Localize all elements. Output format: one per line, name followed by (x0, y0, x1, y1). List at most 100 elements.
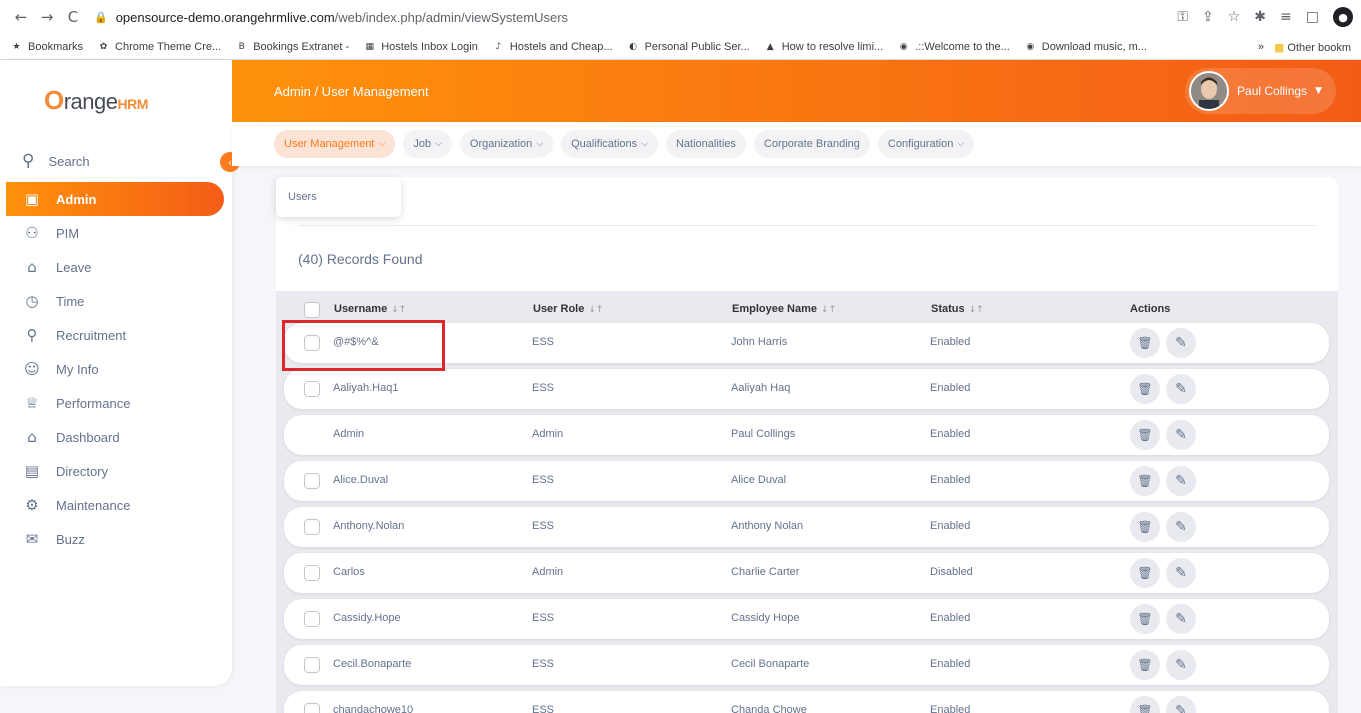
bookmark-item[interactable]: B Bookings Extranet - (235, 41, 350, 54)
side-panel-icon[interactable]: □ (1306, 9, 1319, 25)
row-checkbox[interactable] (304, 657, 320, 673)
edit-button[interactable]: ✎ (1166, 512, 1196, 542)
sidebar-item-dashboard[interactable]: ⌂ Dashboard (0, 420, 224, 454)
tab-job[interactable]: Job ⌵ (403, 130, 452, 158)
tab-user-management[interactable]: User Management ⌵ (274, 130, 396, 158)
delete-button[interactable]: 🗑 (1130, 604, 1160, 634)
bookmark-item[interactable]: ♪ Hostels and Cheap... (492, 41, 613, 54)
tab-nationalities[interactable]: Nationalities (665, 130, 746, 158)
pencil-icon: ✎ (1175, 519, 1187, 535)
table-row: chandachowe10 ESS Chanda Chowe Enabled 🗑 ✎ (284, 691, 1329, 713)
brand-logo[interactable]: OrangeHRM (0, 60, 232, 140)
bookmark-item[interactable]: ▦ Hostels Inbox Login (363, 41, 477, 54)
menu-icon: ♕ (25, 394, 39, 412)
bookmark-item[interactable]: ★ Bookmarks (10, 41, 83, 54)
address-bar[interactable]: 🔒 opensource-demo.orangehrmlive.com/web/… (94, 10, 568, 25)
row-checkbox[interactable] (304, 565, 320, 581)
edit-button[interactable]: ✎ (1166, 328, 1196, 358)
delete-button[interactable]: 🗑 (1130, 558, 1160, 588)
tab-organization[interactable]: Organization ⌵ (459, 130, 554, 158)
edit-button[interactable]: ✎ (1166, 696, 1196, 713)
delete-button[interactable]: 🗑 (1130, 650, 1160, 680)
edit-button[interactable]: ✎ (1166, 374, 1196, 404)
sidebar-item-time[interactable]: ◷ Time (0, 284, 224, 318)
user-menu[interactable]: Paul Collings ▼ (1185, 68, 1336, 114)
header-username[interactable]: Username ↓↑ (334, 303, 406, 315)
tab-corporate-branding[interactable]: Corporate Branding (753, 130, 870, 158)
pencil-icon: ✎ (1175, 427, 1187, 443)
sort-icon: ↓↑ (391, 305, 407, 315)
header-user-role[interactable]: User Role ↓↑ (533, 303, 603, 315)
sidebar-item-admin[interactable]: ▣ Admin (6, 182, 224, 216)
key-icon[interactable]: ⚿ (1177, 9, 1188, 25)
chevron-down-icon: ⌵ (536, 139, 544, 149)
header-employee-name[interactable]: Employee Name ↓↑ (732, 303, 836, 315)
star-icon[interactable]: ☆ (1228, 9, 1241, 25)
bookmark-item[interactable]: ◉ .::Welcome to the... (897, 41, 1010, 54)
sidebar-item-label: My Info (56, 361, 99, 377)
other-bookmarks-folder[interactable]: ■ Other bookm (1274, 41, 1351, 54)
delete-button[interactable]: 🗑 (1130, 512, 1160, 542)
sidebar-item-label: PIM (56, 225, 80, 241)
profile-icon[interactable]: ● (1333, 7, 1353, 27)
trash-icon: 🗑 (1137, 474, 1153, 488)
sidebar-item-recruitment[interactable]: ⚲ Recruitment (0, 318, 224, 352)
delete-button[interactable]: 🗑 (1130, 374, 1160, 404)
select-all-checkbox[interactable] (304, 302, 320, 318)
bookmark-icon: ✿ (99, 41, 108, 52)
bookmark-item[interactable]: ◐ Personal Public Ser... (627, 41, 750, 54)
sidebar-item-label: Buzz (56, 531, 85, 547)
edit-button[interactable]: ✎ (1166, 466, 1196, 496)
sidebar-item-performance[interactable]: ♕ Performance (0, 386, 224, 420)
top-bar: Admin / User Management Paul Collings ▼ (232, 60, 1361, 122)
logo-text: OrangeHRM (44, 84, 148, 115)
tab-label: Organization (469, 138, 533, 150)
forward-icon[interactable]: → (34, 8, 60, 26)
sidebar-item-buzz[interactable]: ✉ Buzz (0, 522, 224, 556)
sidebar-item-leave[interactable]: ⌂ Leave (0, 250, 224, 284)
cell-status: Enabled (930, 382, 971, 394)
back-icon[interactable]: ← (8, 8, 34, 26)
edit-button[interactable]: ✎ (1166, 604, 1196, 634)
bookmark-item[interactable]: ✿ Chrome Theme Cre... (97, 41, 221, 54)
pencil-icon: ✎ (1175, 703, 1187, 713)
menu-icon: ⚙ (25, 496, 39, 514)
delete-button[interactable]: 🗑 (1130, 696, 1160, 713)
sidebar-search[interactable]: ⚲ Search ‹ (0, 140, 240, 182)
sidebar-item-my-info[interactable]: ☺ My Info (0, 352, 224, 386)
url-path: /web/index.php/admin/viewSystemUsers (334, 9, 569, 25)
dropdown-item-users[interactable]: Users (288, 191, 317, 203)
reading-list-icon[interactable]: ≡ (1280, 9, 1292, 25)
edit-button[interactable]: ✎ (1166, 558, 1196, 588)
tab-label: User Management (284, 138, 375, 150)
row-checkbox[interactable] (304, 381, 320, 397)
extensions-icon[interactable]: ✱ (1254, 9, 1266, 25)
sidebar-item-pim[interactable]: ⚇ PIM (0, 216, 224, 250)
sidebar-item-directory[interactable]: ▤ Directory (0, 454, 224, 488)
header-status[interactable]: Status ↓↑ (931, 303, 984, 315)
more-bookmarks-icon[interactable]: » (1258, 41, 1264, 53)
reload-icon[interactable]: C (60, 8, 86, 26)
cell-employee-name: Anthony Nolan (731, 520, 804, 532)
pencil-icon: ✎ (1175, 611, 1187, 627)
share-icon[interactable]: ⇪ (1202, 9, 1214, 25)
delete-button[interactable]: 🗑 (1130, 328, 1160, 358)
bookmark-item[interactable]: ◉ Download music, m... (1024, 41, 1147, 54)
tab-configuration[interactable]: Configuration ⌵ (877, 130, 975, 158)
row-checkbox[interactable] (304, 473, 320, 489)
tab-qualifications[interactable]: Qualifications ⌵ (561, 130, 658, 158)
row-checkbox[interactable] (304, 611, 320, 627)
sidebar-item-label: Recruitment (56, 327, 127, 343)
row-checkbox[interactable] (304, 519, 320, 535)
sidebar-item-label: Time (56, 293, 85, 309)
delete-button[interactable]: 🗑 (1130, 466, 1160, 496)
bookmark-item[interactable]: ▲ How to resolve limi... (764, 41, 883, 54)
bookmark-label: Hostels and Cheap... (509, 41, 613, 53)
edit-button[interactable]: ✎ (1166, 650, 1196, 680)
edit-button[interactable]: ✎ (1166, 420, 1196, 450)
pencil-icon: ✎ (1175, 473, 1187, 489)
sidebar-item-maintenance[interactable]: ⚙ Maintenance (0, 488, 224, 522)
delete-button[interactable]: 🗑 (1130, 420, 1160, 450)
browser-toolbar: ⚿ ⇪ ☆ ✱ ≡ □ ● (1177, 7, 1353, 27)
row-checkbox[interactable] (304, 703, 320, 713)
